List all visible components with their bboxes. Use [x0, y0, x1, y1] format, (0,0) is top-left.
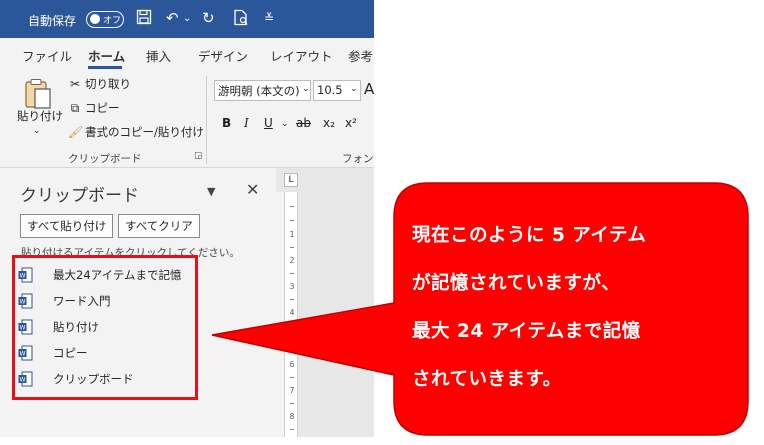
callout-text-line: 最大 24 アイテムまで記憶 [412, 321, 641, 342]
callout-text-line: されていきます。 [412, 369, 562, 390]
callout-text-line: 現在このように 5 アイテム [412, 225, 647, 246]
callout-bubble [211, 182, 749, 436]
callout-text-line: が記憶されていますが、 [412, 273, 621, 294]
